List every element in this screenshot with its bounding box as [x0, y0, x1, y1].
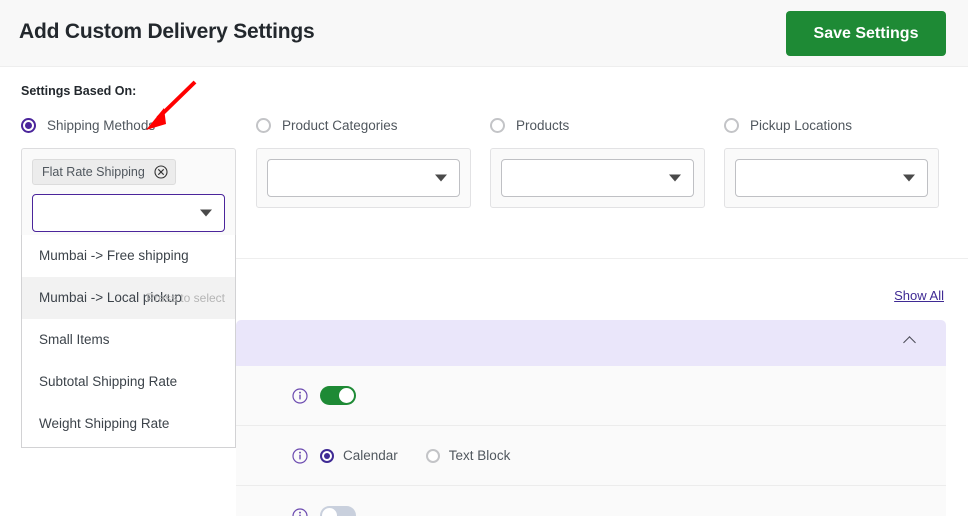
option-column-shipping-methods: Shipping Methods Flat Rate Shipping: [21, 112, 236, 243]
settings-panel: Calendar Text Block: [236, 320, 946, 516]
chevron-down-icon: [435, 174, 447, 182]
option-column-pickup-locations: Pickup Locations: [724, 112, 939, 208]
toggle-switch-on[interactable]: [320, 386, 356, 405]
radio-pickup-locations[interactable]: Pickup Locations: [724, 112, 939, 138]
show-all-link[interactable]: Show All: [894, 288, 944, 303]
shipping-methods-dropdown-menu: Mumbai -> Free shipping Mumbai -> Local …: [21, 235, 236, 448]
content-divider: [236, 258, 968, 259]
chevron-down-icon: [903, 174, 915, 182]
radio-circle-icon: [724, 117, 739, 133]
panel-row-toggle-1: [236, 366, 946, 426]
chip-label: Flat Rate Shipping: [42, 165, 145, 179]
radio-circle-icon: [490, 117, 505, 133]
radio-circle-icon: [21, 117, 36, 133]
product-categories-select-box: [256, 148, 471, 208]
option-column-product-categories: Product Categories: [256, 112, 471, 208]
products-select-box: [490, 148, 705, 208]
shipping-methods-select-input[interactable]: [32, 194, 225, 232]
pickup-locations-select-input[interactable]: [735, 159, 928, 197]
page-title: Add Custom Delivery Settings: [19, 20, 315, 43]
dropdown-option[interactable]: Mumbai -> Local pickup Press to select: [22, 277, 235, 319]
selected-chips: Flat Rate Shipping: [32, 159, 225, 185]
radio-circle-icon: [256, 117, 271, 133]
dropdown-option[interactable]: Subtotal Shipping Rate: [22, 361, 235, 403]
radio-text-block-label: Text Block: [448, 448, 511, 463]
press-to-select-hint: Press to select: [146, 291, 225, 305]
radio-calendar[interactable]: [320, 448, 334, 463]
radio-product-categories[interactable]: Product Categories: [256, 112, 471, 138]
radio-products[interactable]: Products: [490, 112, 705, 138]
panel-row-radio-group: Calendar Text Block: [236, 426, 946, 486]
info-icon[interactable]: [292, 387, 308, 404]
radio-label: Products: [516, 117, 570, 133]
radio-label: Pickup Locations: [750, 117, 853, 133]
dropdown-option[interactable]: Weight Shipping Rate: [22, 403, 235, 445]
chevron-down-icon: [669, 174, 681, 182]
chip-remove-icon[interactable]: [154, 165, 168, 179]
panel-body: Calendar Text Block: [236, 366, 946, 516]
page-header: Add Custom Delivery Settings Save Settin…: [0, 0, 968, 67]
products-select-input[interactable]: [501, 159, 694, 197]
radio-label: Product Categories: [282, 117, 398, 133]
radio-label: Shipping Methods: [47, 117, 156, 133]
info-icon[interactable]: [292, 447, 308, 464]
shipping-methods-select-box: Flat Rate Shipping: [21, 148, 236, 243]
toggle-knob: [322, 508, 337, 516]
chevron-down-icon: [200, 209, 212, 217]
chevron-up-icon[interactable]: [903, 336, 916, 349]
dropdown-option[interactable]: Small Items: [22, 319, 235, 361]
save-settings-button[interactable]: Save Settings: [786, 11, 946, 56]
info-icon[interactable]: [292, 507, 308, 516]
panel-header[interactable]: [236, 320, 946, 366]
dropdown-option[interactable]: Mumbai -> Free shipping: [22, 235, 235, 277]
panel-row-toggle-2: [236, 486, 946, 516]
settings-based-on-label: Settings Based On:: [21, 84, 137, 98]
radio-shipping-methods[interactable]: Shipping Methods: [21, 112, 236, 138]
product-categories-select-input[interactable]: [267, 159, 460, 197]
pickup-locations-select-box: [724, 148, 939, 208]
toggle-switch-off[interactable]: [320, 506, 356, 516]
toggle-knob: [339, 388, 354, 403]
radio-text-block[interactable]: [425, 448, 440, 463]
chip-flat-rate-shipping: Flat Rate Shipping: [32, 159, 176, 185]
option-column-products: Products: [490, 112, 705, 208]
radio-calendar-label: Calendar: [343, 448, 398, 463]
